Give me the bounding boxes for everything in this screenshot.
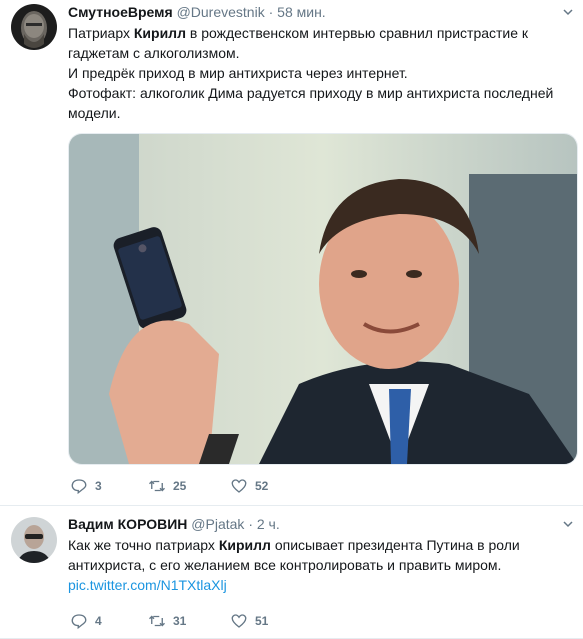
tweet-text: Как же точно патриарх Кирилл описывает п… bbox=[68, 535, 558, 595]
retweet-count: 25 bbox=[173, 479, 187, 493]
reply-icon bbox=[71, 479, 87, 495]
author-name[interactable]: Вадим КОРОВИН bbox=[68, 516, 187, 532]
retweet-count: 31 bbox=[173, 614, 187, 628]
tweet-line: И предрёк приход в мир антихриста через … bbox=[68, 65, 408, 81]
like-count: 52 bbox=[255, 479, 269, 493]
avatar[interactable] bbox=[11, 517, 57, 563]
bold-text: Кирилл bbox=[218, 537, 271, 553]
author-name[interactable]: СмутноеВремя bbox=[68, 4, 173, 20]
retweet-icon bbox=[149, 615, 165, 627]
separator-dot: · bbox=[268, 4, 274, 20]
avatar[interactable] bbox=[11, 4, 57, 50]
retweet-icon bbox=[149, 480, 165, 492]
text-span: Как же точно патриарх bbox=[68, 537, 219, 553]
text-span: Патриарх bbox=[68, 25, 134, 41]
media-link[interactable]: pic.twitter.com/N1TXtlaXlj bbox=[68, 577, 227, 593]
tweet-text: Патриарх Кирилл в рождественском интервь… bbox=[68, 23, 568, 123]
reply-button[interactable]: 4 bbox=[70, 612, 102, 630]
tweet-photo[interactable] bbox=[68, 133, 578, 465]
tweet-time[interactable]: 58 мин. bbox=[277, 4, 326, 20]
chevron-down-icon[interactable] bbox=[563, 519, 573, 529]
tweet-line: Патриарх Кирилл в рождественском интервь… bbox=[68, 23, 568, 63]
retweet-button[interactable]: 25 bbox=[148, 477, 186, 495]
reply-count: 4 bbox=[95, 614, 102, 628]
reply-count: 3 bbox=[95, 479, 102, 493]
tweet-line: Фотофакт: алкоголик Дима радуется приход… bbox=[68, 85, 554, 121]
retweet-button[interactable]: 31 bbox=[148, 612, 186, 630]
author-handle[interactable]: @Durevestnik bbox=[177, 4, 265, 20]
tweet-actions: 4 31 51 bbox=[68, 612, 368, 632]
author-handle[interactable]: @Pjatak bbox=[191, 516, 244, 532]
tweet[interactable]: Вадим КОРОВИН @Pjatak · 2 ч. Как же точн… bbox=[0, 506, 583, 639]
like-button[interactable]: 52 bbox=[230, 477, 268, 495]
like-icon bbox=[231, 614, 247, 628]
tweet-line: Как же точно патриарх Кирилл описывает п… bbox=[68, 535, 558, 575]
like-count: 51 bbox=[255, 614, 269, 628]
like-button[interactable]: 51 bbox=[230, 612, 268, 630]
tweet-header: СмутноеВремя @Durevestnik · 58 мин. bbox=[68, 3, 326, 21]
reply-button[interactable]: 3 bbox=[70, 477, 102, 495]
tweet-header: Вадим КОРОВИН @Pjatak · 2 ч. bbox=[68, 515, 280, 533]
tweet[interactable]: СмутноеВремя @Durevestnik · 58 мин. Патр… bbox=[0, 0, 583, 506]
chevron-down-icon[interactable] bbox=[563, 7, 573, 17]
bold-text: Кирилл bbox=[133, 25, 186, 41]
like-icon bbox=[231, 479, 247, 493]
separator-dot: · bbox=[248, 516, 253, 532]
tweet-time[interactable]: 2 ч. bbox=[257, 516, 280, 532]
reply-icon bbox=[71, 614, 87, 630]
